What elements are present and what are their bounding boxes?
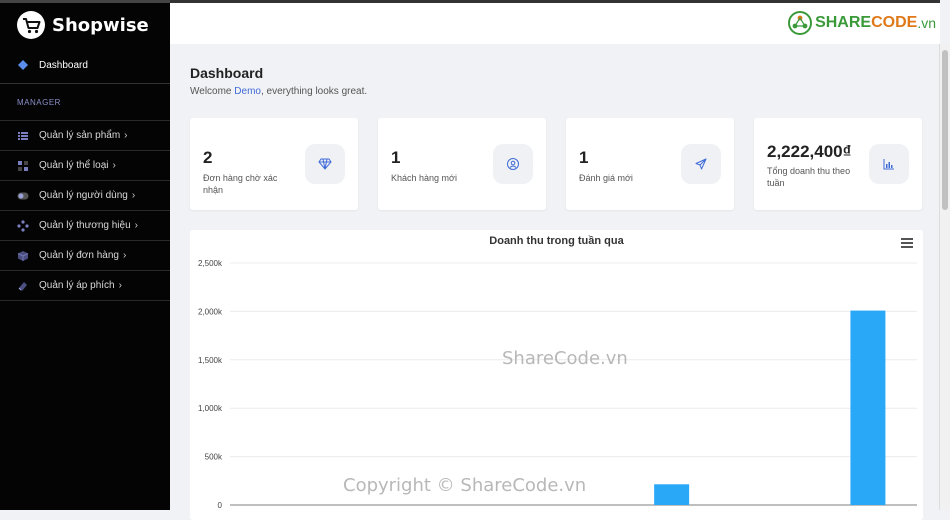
stat-value: 2,222,400₫	[767, 142, 852, 161]
stat-value: 2	[203, 148, 213, 167]
shopping-cart-logo-icon	[17, 11, 45, 39]
diamond-icon	[305, 144, 345, 184]
sharecode-logo-icon	[788, 11, 813, 35]
welcome-suffix: , everything looks great.	[260, 86, 368, 97]
y-tick-label: 2,000k	[198, 307, 223, 316]
y-tick-label: 0	[218, 501, 223, 510]
welcome-prefix: Welcome	[190, 86, 235, 97]
brand[interactable]: Shopwise	[0, 3, 170, 47]
stat-label: Đơn hàng chờ xác nhận	[203, 173, 278, 195]
welcome-text: Welcome Demo, everything looks great.	[190, 86, 923, 97]
stat-card-new-customers[interactable]: 1 Khách hàng mới	[378, 118, 546, 210]
bar[interactable]	[850, 310, 886, 505]
sidebar: Shopwise Dashboard MANAGER Quản lý sản p…	[0, 0, 170, 510]
stat-card-weekly-revenue[interactable]: 2,222,400₫ Tổng doanh thu theo tuần	[754, 118, 922, 210]
main-content: Dashboard Welcome Demo, everything looks…	[190, 60, 923, 520]
stat-value: 1	[579, 148, 589, 167]
y-tick-label: 500k	[205, 453, 223, 462]
grid-icon	[17, 160, 29, 172]
chart-icon	[869, 144, 909, 184]
page-scrollbar[interactable]	[939, 44, 950, 510]
stat-value: 1	[391, 148, 401, 167]
sidebar-item-orders[interactable]: Quản lý đơn hàng ›	[0, 241, 170, 271]
sidebar-item-label: Dashboard	[39, 59, 88, 71]
stat-card-pending-orders[interactable]: 2 Đơn hàng chờ xác nhận	[190, 118, 358, 210]
chevron-right-icon: ›	[118, 280, 122, 291]
user-circle-icon	[493, 144, 533, 184]
sidebar-item-users[interactable]: Quản lý người dùng ›	[0, 181, 170, 211]
sidebar-item-label: Quản lý thể loại	[39, 160, 109, 171]
y-tick-label: 1,000k	[198, 404, 223, 413]
sidebar-item-label: Quản lý người dùng	[39, 190, 128, 201]
layers-icon	[17, 59, 29, 71]
box-icon	[17, 250, 29, 262]
watermark-center: ShareCode.vn	[502, 348, 628, 369]
stat-cards: 2 Đơn hàng chờ xác nhận 1 Khách hàng mới…	[190, 118, 923, 210]
stat-card-new-reviews[interactable]: 1 Đánh giá mới	[566, 118, 734, 210]
sidebar-item-label: Quản lý thương hiệu	[39, 220, 131, 231]
page-title: Dashboard	[190, 65, 264, 81]
sidebar-item-categories[interactable]: Quản lý thể loại ›	[0, 151, 170, 181]
topbar: SHARE CODE .vn	[170, 0, 940, 44]
sidebar-item-label: Quản lý sản phẩm	[39, 130, 121, 141]
stat-label: Tổng doanh thu theo tuần	[767, 166, 851, 188]
chevron-right-icon: ›	[122, 250, 127, 261]
sharecode-logo[interactable]: SHARE CODE .vn	[788, 11, 936, 35]
chevron-right-icon: ›	[124, 130, 128, 141]
sidebar-section-label: MANAGER	[0, 84, 170, 121]
stat-label: Đánh giá mới	[579, 173, 633, 183]
scrollbar-thumb[interactable]	[942, 50, 948, 210]
watermark-bottom: Copyright © ShareCode.vn	[343, 475, 587, 496]
y-tick-label: 2,500k	[198, 259, 223, 268]
y-tick-label: 1,500k	[198, 356, 223, 365]
sharecode-text-c: .vn	[917, 15, 936, 31]
sidebar-item-products[interactable]: Quản lý sản phẩm ›	[0, 121, 170, 151]
sidebar-item-posters[interactable]: Quản lý áp phích ›	[0, 271, 170, 301]
stat-label: Khách hàng mới	[391, 173, 457, 183]
list-icon	[17, 130, 29, 142]
sidebar-item-dashboard[interactable]: Dashboard	[0, 47, 170, 84]
bar[interactable]	[654, 484, 690, 505]
sharecode-text-a: SHARE	[815, 14, 872, 31]
sidebar-item-label: Quản lý đơn hàng	[39, 250, 119, 261]
eraser-icon	[17, 280, 29, 292]
dots-icon	[17, 219, 29, 232]
app-name: Shopwise	[52, 14, 149, 36]
sidebar-item-brands[interactable]: Quản lý thương hiệu ›	[0, 211, 170, 241]
toggle-icon	[17, 190, 29, 202]
welcome-user-link[interactable]: Demo	[234, 86, 261, 97]
paper-plane-icon	[681, 144, 721, 184]
chevron-right-icon: ›	[131, 190, 136, 201]
chevron-right-icon: ›	[134, 220, 138, 231]
chevron-right-icon: ›	[112, 160, 116, 171]
sidebar-item-label: Quản lý áp phích	[39, 280, 115, 291]
sharecode-text-b: CODE	[871, 14, 918, 31]
